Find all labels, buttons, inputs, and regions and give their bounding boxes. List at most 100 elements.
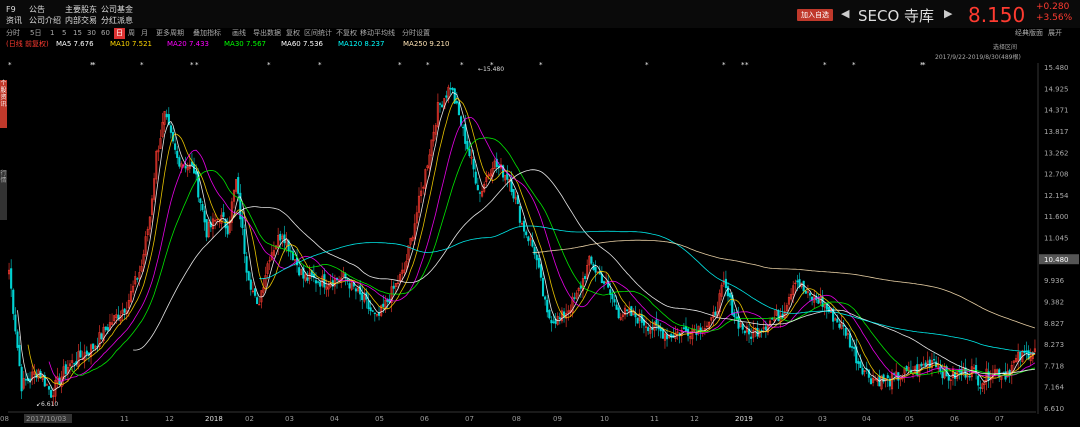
candle-body bbox=[253, 288, 257, 296]
candle-body bbox=[10, 268, 13, 289]
event-star-marker: * bbox=[426, 61, 430, 69]
candle-body bbox=[12, 289, 15, 314]
x-tick-label: 07 bbox=[465, 415, 474, 423]
candle-body bbox=[735, 316, 738, 319]
candle-body bbox=[466, 140, 469, 150]
candle-body bbox=[647, 327, 650, 332]
candle-body bbox=[659, 327, 662, 332]
candle-body bbox=[474, 171, 477, 184]
candle-body bbox=[750, 336, 753, 339]
candle-body bbox=[445, 95, 448, 98]
x-tick-label: 04 bbox=[862, 415, 871, 423]
candle-body bbox=[1025, 350, 1028, 352]
candle-body bbox=[743, 330, 746, 334]
candle-body bbox=[222, 212, 225, 217]
candle-body bbox=[756, 327, 759, 337]
candle-body bbox=[169, 125, 172, 133]
candle-body bbox=[476, 184, 479, 191]
candle-body bbox=[506, 173, 509, 180]
candle-body bbox=[928, 359, 931, 368]
candle-body bbox=[548, 310, 551, 319]
x-tick-label: 06 bbox=[950, 415, 959, 423]
candle-body bbox=[205, 219, 208, 238]
candle-body bbox=[968, 375, 971, 378]
candle-body bbox=[241, 216, 244, 229]
candle-body bbox=[184, 165, 187, 169]
candle-body bbox=[256, 297, 259, 305]
candle-body bbox=[201, 204, 204, 211]
candle-body bbox=[79, 350, 82, 358]
x-tick-label: 02 bbox=[775, 415, 784, 423]
candle-body bbox=[808, 292, 812, 296]
candle-body bbox=[636, 317, 639, 324]
candle-body bbox=[611, 293, 614, 300]
candle-body bbox=[518, 206, 521, 223]
candle-body bbox=[979, 387, 982, 389]
candle-body bbox=[39, 371, 42, 378]
event-star-marker: * bbox=[140, 61, 144, 69]
candle-body bbox=[613, 299, 616, 303]
event-star-marker: * bbox=[92, 61, 96, 69]
candle-body bbox=[104, 326, 107, 331]
candle-body bbox=[348, 283, 351, 289]
candle-body bbox=[20, 366, 23, 392]
candle-body bbox=[714, 311, 717, 316]
candle-body bbox=[726, 286, 730, 297]
candle-body bbox=[590, 256, 593, 264]
candle-body bbox=[106, 327, 109, 331]
candle-body bbox=[886, 375, 889, 379]
candle-body bbox=[237, 177, 240, 194]
candle-body bbox=[920, 363, 923, 367]
event-star-marker: * bbox=[190, 61, 194, 69]
candle-body bbox=[533, 246, 536, 255]
candle-body bbox=[724, 278, 727, 289]
candle-body bbox=[771, 318, 774, 320]
x-tick-label: 2019 bbox=[735, 415, 753, 423]
candle-body bbox=[661, 329, 664, 339]
y-tick-label: 8.273 bbox=[1044, 341, 1064, 349]
y-tick-label: 7.718 bbox=[1044, 362, 1064, 370]
x-tick-label: 07 bbox=[995, 415, 1004, 423]
candle-body bbox=[977, 375, 980, 386]
x-tick-label: 02 bbox=[245, 415, 254, 423]
candle-body bbox=[947, 375, 950, 381]
event-star-marker: * bbox=[722, 61, 726, 69]
candle-body bbox=[247, 271, 250, 281]
candle-body bbox=[344, 273, 347, 278]
candle-body bbox=[314, 280, 318, 284]
candle-body bbox=[932, 359, 936, 361]
x-tick-label: 08 bbox=[512, 415, 521, 423]
candle-body bbox=[192, 163, 196, 174]
candle-body bbox=[468, 148, 471, 157]
y-tick-label: 14.925 bbox=[1044, 85, 1069, 93]
y-tick-label: 11.600 bbox=[1044, 213, 1069, 221]
candle-body bbox=[451, 87, 454, 91]
event-star-marker: * bbox=[460, 61, 464, 69]
candle-body bbox=[306, 277, 309, 281]
event-star-marker: * bbox=[745, 61, 749, 69]
candle-body bbox=[615, 304, 618, 310]
candle-body bbox=[525, 231, 528, 236]
x-tick-label: 11 bbox=[650, 415, 659, 423]
candle-body bbox=[449, 88, 452, 90]
candle-body bbox=[14, 314, 17, 332]
candlestick-chart[interactable]: 15.480 14.925 14.371 13.817 13.262 12.708 12.1… bbox=[0, 0, 1080, 427]
x-tick-label: 12 bbox=[690, 415, 699, 423]
candle-body bbox=[844, 328, 847, 336]
candle-body bbox=[848, 333, 852, 348]
candle-body bbox=[100, 333, 103, 340]
candle-body bbox=[367, 300, 370, 310]
event-star-marker: * bbox=[267, 61, 271, 69]
event-star-marker: * bbox=[318, 61, 322, 69]
candle-body bbox=[796, 280, 799, 283]
candle-body bbox=[371, 310, 374, 312]
candle-body bbox=[455, 101, 458, 104]
x-tick-label: 08 bbox=[0, 415, 9, 423]
candle-body bbox=[441, 104, 444, 108]
candle-body bbox=[279, 233, 282, 241]
candle-body bbox=[176, 150, 179, 159]
y-tick-label: 8.827 bbox=[1044, 320, 1064, 328]
candle-body bbox=[558, 317, 561, 320]
candle-body bbox=[24, 378, 27, 381]
candle-body bbox=[92, 343, 95, 350]
